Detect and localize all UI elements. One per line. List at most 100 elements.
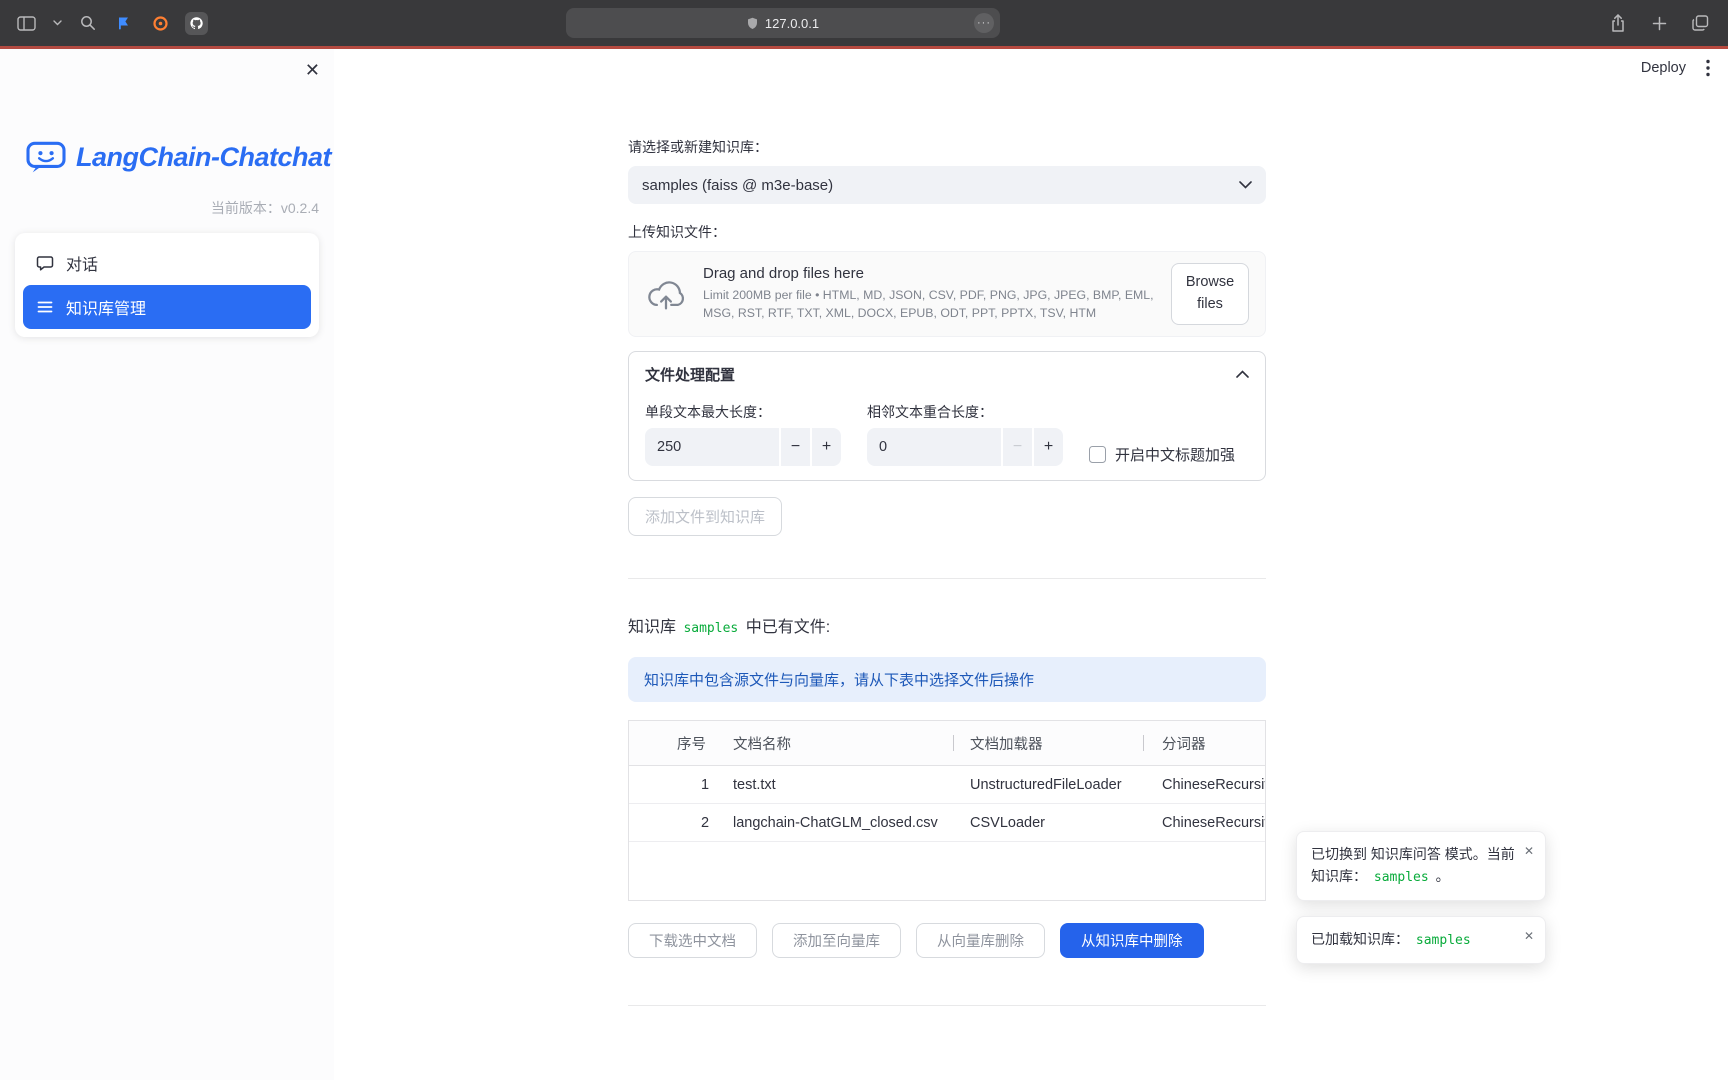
toast-close-icon[interactable]: ✕: [1524, 927, 1534, 946]
add-to-vector-store-button[interactable]: 添加至向量库: [772, 923, 901, 958]
cell-loader: UnstructuredFileLoader: [954, 766, 1144, 803]
info-banner: 知识库中包含源文件与向量库，请从下表中选择文件后操作: [628, 657, 1266, 702]
add-files-to-kb-button[interactable]: 添加文件到知识库: [628, 497, 782, 536]
overlap-size-minus-button[interactable]: −: [1001, 428, 1032, 466]
overlap-size-plus-button[interactable]: +: [1032, 428, 1063, 466]
cell-doc-name: langchain-ChatGLM_closed.csv: [733, 804, 954, 841]
browser-toolbar: 127.0.0.1 ···: [0, 0, 1728, 46]
cell-loader: CSVLoader: [954, 804, 1144, 841]
chevron-up-icon: [1236, 370, 1249, 378]
delete-from-vector-store-button[interactable]: 从向量库删除: [916, 923, 1045, 958]
sidebar-close-icon[interactable]: ✕: [305, 61, 320, 79]
toast-text: 已加载知识库：: [1311, 931, 1413, 947]
cell-index: 2: [677, 804, 733, 841]
table-header-name: 文档名称: [733, 721, 954, 765]
kb-selected-value: samples (faiss @ m3e-base): [642, 177, 1239, 194]
expander-title: 文件处理配置: [645, 364, 735, 385]
address-bar[interactable]: 127.0.0.1 ···: [566, 8, 1000, 38]
delete-from-kb-button[interactable]: 从知识库中删除: [1060, 923, 1204, 958]
sidebar-item-dialogue[interactable]: 对话: [23, 241, 311, 285]
kb-select-label: 请选择或新建知识库：: [628, 137, 1266, 157]
row-select-cell: [629, 804, 677, 841]
table-row[interactable]: 1 test.txt UnstructuredFileLoader Chines…: [629, 766, 1265, 804]
logo: LangChain-Chatchat: [25, 139, 331, 175]
dropzone-title: Drag and drop files here: [703, 265, 1155, 282]
toast-kb-code: samples: [1413, 933, 1474, 948]
deploy-button[interactable]: Deploy: [1641, 60, 1686, 76]
overlap-size-label: 相邻文本重合长度：: [867, 402, 1063, 422]
overlap-size-input[interactable]: 0: [867, 428, 1001, 466]
shield-icon: [747, 17, 758, 30]
search-icon[interactable]: [76, 11, 100, 35]
sidebar-toggle-icon[interactable]: [14, 11, 38, 35]
table-header-row: 序号 文档名称 文档加载器 分词器: [629, 721, 1265, 766]
dropzone-limit-text: Limit 200MB per file • HTML, MD, JSON, C…: [703, 287, 1155, 323]
version-label: 当前版本：v0.2.4: [211, 198, 319, 218]
table-header-loader: 文档加载器: [954, 721, 1144, 765]
table-header-blank: [629, 721, 677, 765]
url-text: 127.0.0.1: [765, 16, 819, 31]
knowledge-base-icon: [36, 298, 54, 316]
logo-text: LangChain-Chatchat: [76, 142, 331, 173]
table-header-index: 序号: [677, 721, 733, 765]
sidebar-menu: 对话 知识库管理: [15, 233, 319, 337]
row-select-cell: [629, 766, 677, 803]
toast-close-icon[interactable]: ✕: [1524, 842, 1534, 861]
cloud-upload-icon: [645, 278, 687, 311]
cell-splitter: ChineseRecursiveText: [1144, 766, 1265, 803]
toast-mode-switched: 已切换到 知识库问答 模式。当前知识库： samples 。 ✕: [1296, 831, 1546, 901]
browse-files-button[interactable]: Browse files: [1171, 263, 1249, 325]
tab-overview-icon[interactable]: [1688, 11, 1712, 35]
zh-title-enhance-label: 开启中文标题加强: [1115, 444, 1235, 465]
cell-splitter: ChineseRecursiveText: [1144, 804, 1265, 841]
table-header-splitter: 分词器: [1144, 721, 1265, 765]
sidebar-item-label: 对话: [66, 251, 98, 275]
divider: [628, 1005, 1266, 1006]
kebab-menu-icon[interactable]: [1706, 59, 1710, 77]
kb-files-heading-suffix: 中已有文件:: [741, 619, 830, 636]
pinned-tab-blue-icon[interactable]: [113, 12, 136, 35]
table-row[interactable]: 2 langchain-ChatGLM_closed.csv CSVLoader…: [629, 804, 1265, 842]
cell-index: 1: [677, 766, 733, 803]
overlap-size-stepper: 0 − +: [867, 428, 1063, 466]
zh-title-enhance-checkbox[interactable]: [1089, 446, 1106, 463]
divider: [628, 578, 1266, 579]
sidebar: ✕ LangChain-Chatchat 当前版本：v0.2.4 对话: [0, 49, 334, 1080]
chunk-size-plus-button[interactable]: +: [810, 428, 841, 466]
upload-label: 上传知识文件：: [628, 222, 1266, 242]
kb-name-code: samples: [680, 621, 741, 636]
share-icon[interactable]: [1606, 11, 1630, 35]
logo-chat-icon: [25, 139, 67, 175]
page-content: 请选择或新建知识库： samples (faiss @ m3e-base) 上传…: [628, 137, 1266, 1006]
chunk-size-label: 单段文本最大长度：: [645, 402, 841, 422]
zh-title-enhance-group: 开启中文标题加强: [1089, 444, 1235, 465]
kb-files-heading-prefix: 知识库: [628, 619, 680, 636]
chevron-down-icon[interactable]: [51, 11, 63, 35]
file-dropzone[interactable]: Drag and drop files here Limit 200MB per…: [628, 251, 1266, 337]
chunk-size-stepper: 250 − +: [645, 428, 841, 466]
page-settings-icon[interactable]: ···: [974, 13, 994, 33]
toast-kb-loaded: 已加载知识库： samples ✕: [1296, 916, 1546, 964]
screen: 127.0.0.1 ··· ✕: [0, 0, 1728, 1080]
kb-files-heading: 知识库 samples 中已有文件:: [628, 613, 1266, 637]
expander-header[interactable]: 文件处理配置: [629, 352, 1265, 396]
pinned-tab-orange-icon[interactable]: [149, 12, 172, 35]
toast-text-suffix: 。: [1432, 868, 1450, 884]
new-tab-icon[interactable]: [1647, 11, 1671, 35]
overlap-size-group: 相邻文本重合长度： 0 − +: [867, 402, 1063, 466]
chunk-size-group: 单段文本最大长度： 250 − +: [645, 402, 841, 466]
download-selected-button[interactable]: 下载选中文档: [628, 923, 757, 958]
chevron-down-icon: [1239, 181, 1252, 189]
file-config-expander: 文件处理配置 单段文本最大长度： 250 − +: [628, 351, 1266, 481]
sidebar-item-label: 知识库管理: [66, 295, 146, 319]
sidebar-item-knowledge-base[interactable]: 知识库管理: [23, 285, 311, 329]
chat-bubble-icon: [36, 254, 54, 272]
cell-doc-name: test.txt: [733, 766, 954, 803]
chunk-size-input[interactable]: 250: [645, 428, 779, 466]
github-icon[interactable]: [185, 12, 208, 35]
toast-kb-code: samples: [1371, 870, 1432, 885]
table-action-buttons: 下载选中文档 添加至向量库 从向量库删除 从知识库中删除: [628, 923, 1266, 958]
chunk-size-minus-button[interactable]: −: [779, 428, 810, 466]
files-table[interactable]: 序号 文档名称 文档加载器 分词器 1 test.txt Unstructure…: [628, 720, 1266, 901]
kb-selectbox[interactable]: samples (faiss @ m3e-base): [628, 166, 1266, 204]
